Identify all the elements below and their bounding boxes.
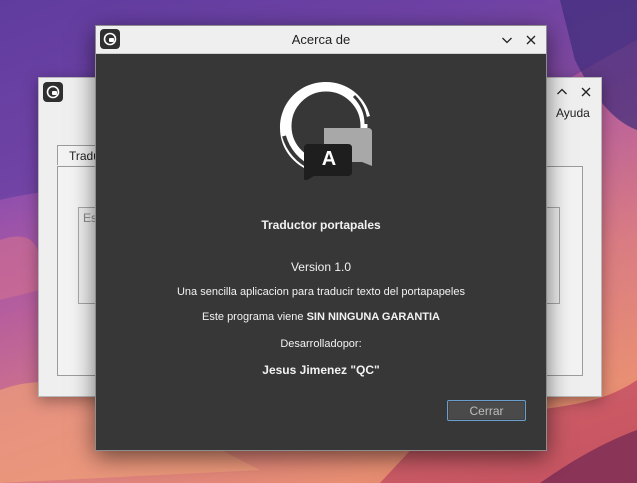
maximize-button[interactable] <box>552 82 572 102</box>
menu-help[interactable]: Ayuda <box>556 106 590 120</box>
warranty-prefix: Este programa viene <box>202 311 307 323</box>
warranty-text: Este programa viene SIN NINGUNA GARANTIA <box>96 311 546 323</box>
minimize-button[interactable] <box>497 30 517 50</box>
dialog-titlebar: Acerca de <box>96 26 546 54</box>
developer-label: Desarrolladopor: <box>280 338 362 350</box>
close-icon <box>525 31 537 50</box>
dialog-close-button[interactable] <box>521 30 541 50</box>
close-button[interactable]: Cerrar <box>447 400 526 421</box>
app-name: Traductor portapales <box>261 218 381 232</box>
main-window-close-button[interactable] <box>576 82 596 102</box>
chevron-down-icon <box>501 31 513 50</box>
logo-letter: A <box>321 148 337 170</box>
chevron-up-icon <box>556 83 568 102</box>
developer-name: Jesus Jimenez "QC" <box>262 363 380 377</box>
version-text: Version 1.0 <box>290 260 352 274</box>
description-text: Una sencilla aplicacion para traducir te… <box>176 286 465 298</box>
close-icon <box>580 83 592 102</box>
app-icon <box>43 82 63 102</box>
warranty-bold: SIN NINGUNA GARANTIA <box>306 311 440 323</box>
about-dialog: Acerca de A Traductor portapales Version… <box>95 25 547 451</box>
dialog-title: Acerca de <box>291 32 351 47</box>
